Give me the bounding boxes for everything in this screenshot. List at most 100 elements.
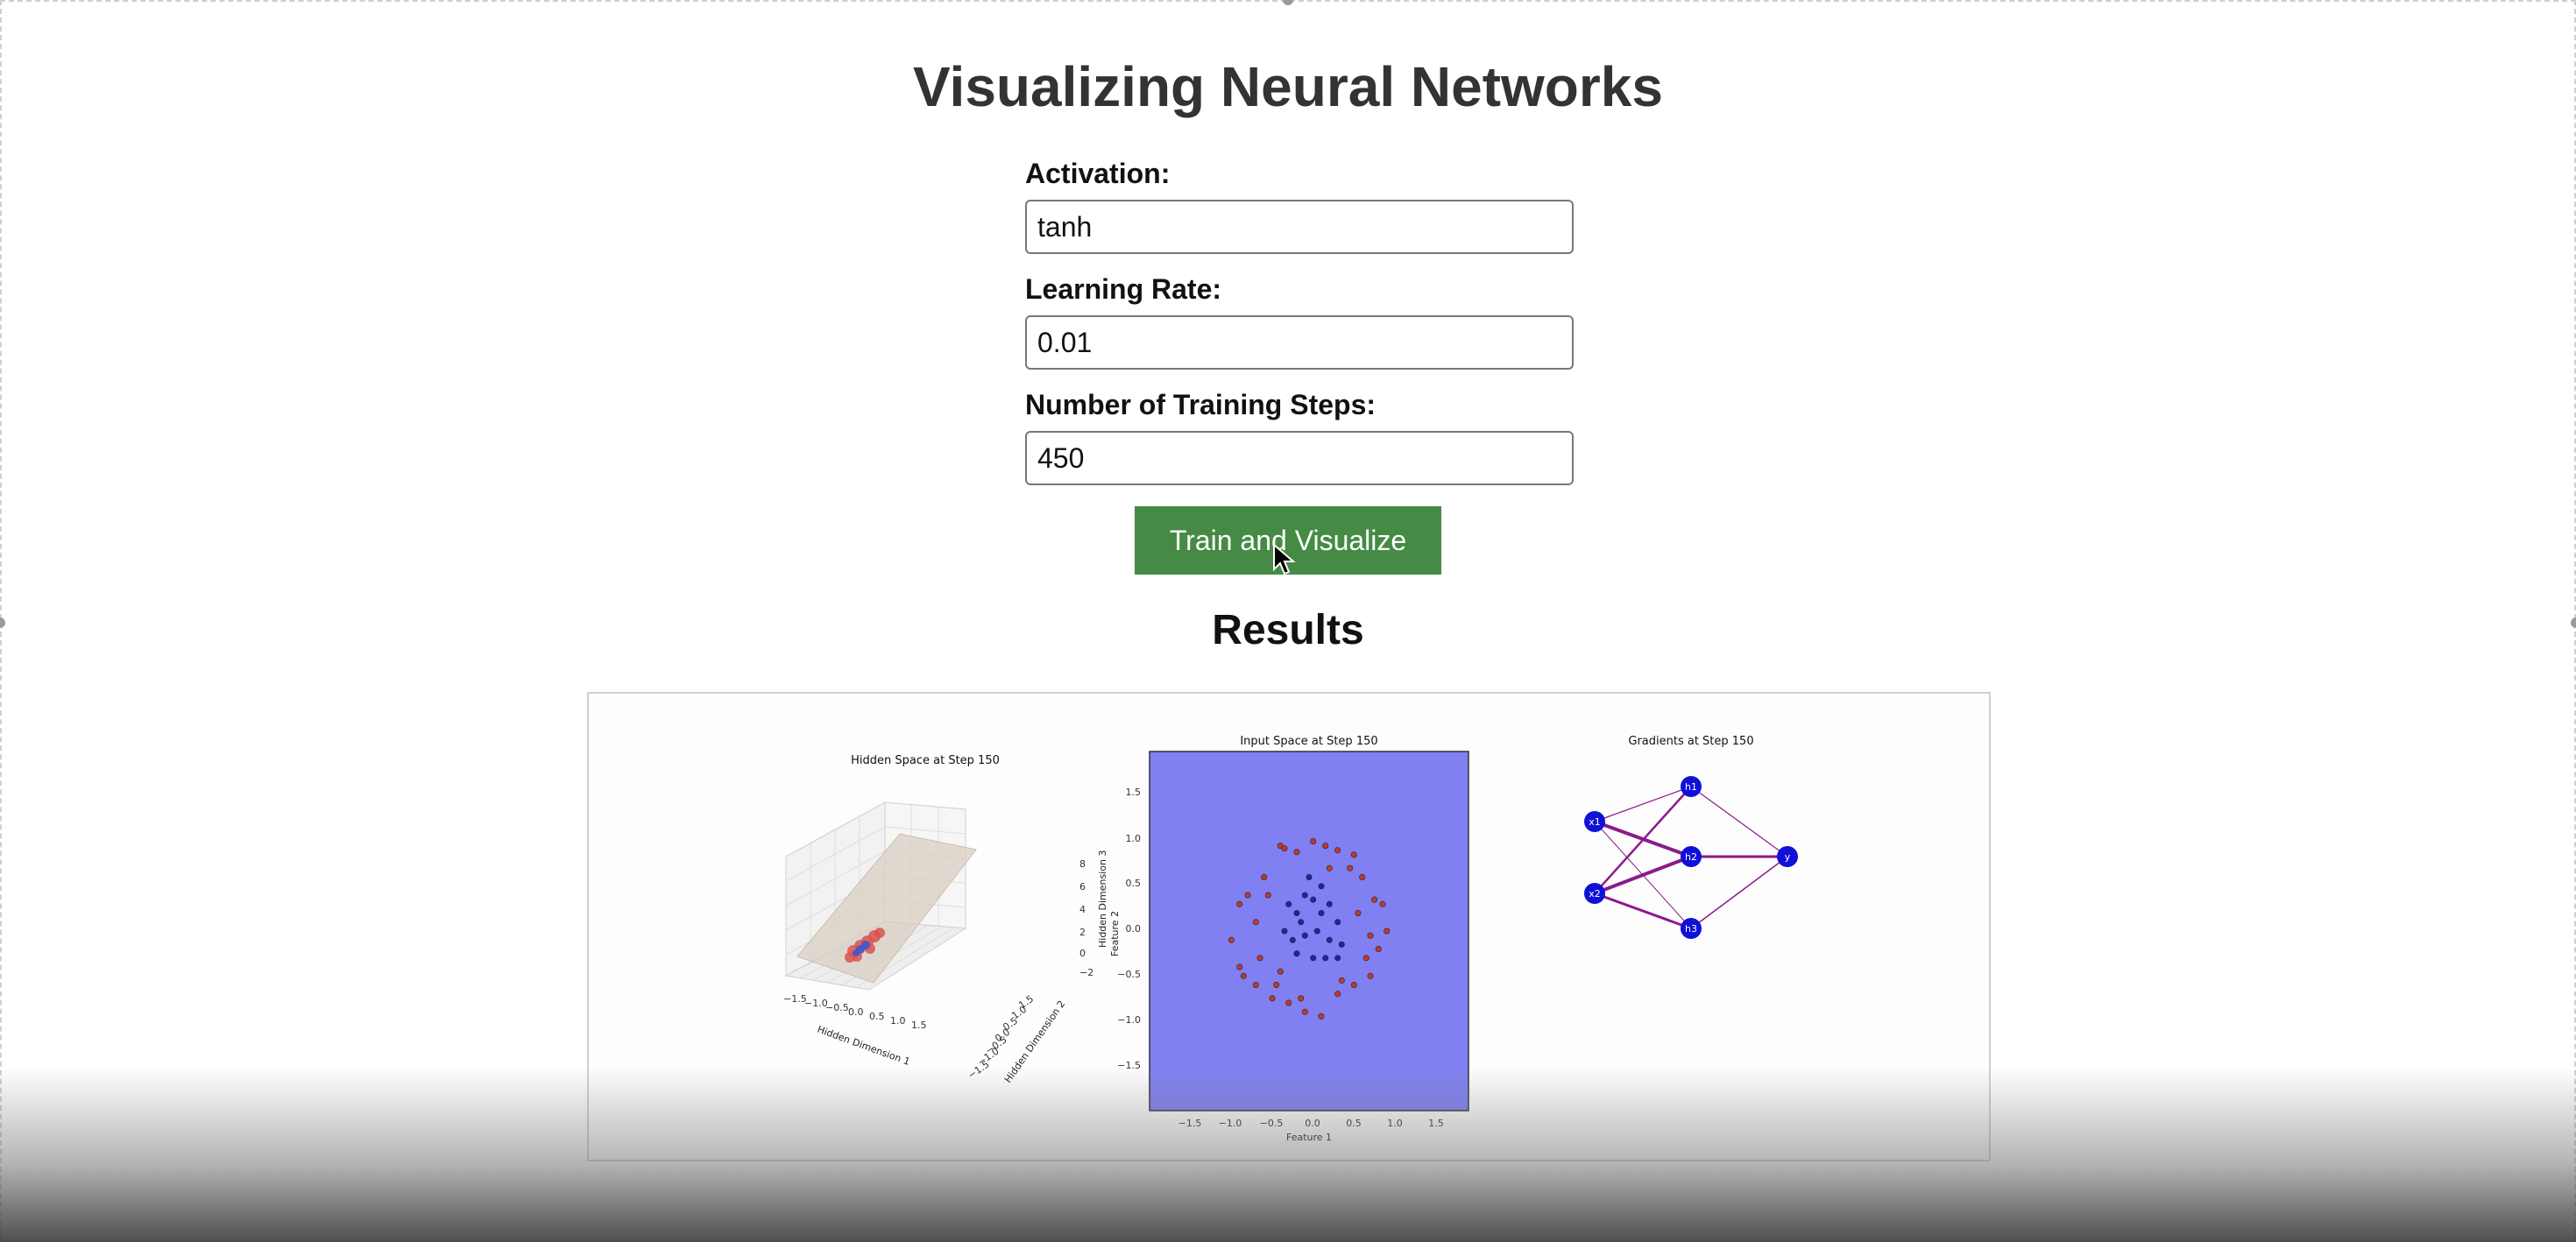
scatter-point-s0-p33 [1326,864,1333,872]
scatter-point-s1-p19 [1306,874,1313,881]
scatter-point-s1-p10 [1313,928,1320,935]
hs-xtick: −1.0 [804,998,828,1009]
scatter-point-s1-p17 [1298,919,1305,926]
results-image: Hidden Space at Step 150 −1.5 −1.0 −0.5 … [587,692,1991,1161]
scatter-point-s0-p2 [1293,849,1300,856]
scatter-point-s0-p3 [1310,838,1317,845]
scatter-point-s0-p27 [1264,892,1271,899]
scatter-point-s0-p21 [1375,945,1382,952]
scatter-point-s1-p7 [1281,928,1288,935]
is-ytick: 0.0 [1126,923,1142,935]
scatter-point-s1-p16 [1334,955,1341,962]
resize-handle-top[interactable] [1283,0,1293,5]
hidden-space-title: Hidden Space at Step 150 [851,754,1000,767]
node-label-h2: h2 [1685,851,1697,863]
scatter-point-s0-p9 [1236,900,1243,907]
scatter-point-s0-p6 [1350,851,1357,858]
scatter-point-s0-p26 [1347,864,1354,872]
scatter-point-s0-p16 [1301,1008,1308,1015]
node-label-y: y [1785,851,1791,863]
scatter-point-s0-p15 [1285,999,1292,1006]
hidden-space-z-ticks: −2 0 2 4 6 8 [1079,858,1093,978]
hidden-space-x-ticks: −1.5 −1.0 −0.5 0.0 0.5 1.0 1.5 [783,993,927,1031]
scatter-point-s1-p18 [1318,883,1325,890]
scatter-point-s1-p15 [1322,955,1329,962]
scatter-point-s1-p3 [1310,896,1317,903]
hidden-space-y-ticks: −1.5 −1.0 −0.5 0.0 0.5 1.0 1.5 [966,993,1036,1082]
scatter-point-s0-p20 [1367,972,1374,979]
hs-xtick: 0.5 [869,1011,885,1022]
scatter-point-s0-p7 [1261,874,1268,881]
scatter-point-s1-p11 [1326,936,1333,943]
hs-xtick: −1.5 [783,993,807,1005]
is-xtick: −1.5 [1178,1118,1202,1129]
scatter-point-s0-p13 [1252,981,1259,988]
hs-ztick: −2 [1079,967,1093,978]
steps-input[interactable] [1025,431,1574,485]
is-xtick: 1.5 [1428,1118,1444,1129]
is-ytick: 0.5 [1126,878,1142,889]
hs-ztick: 0 [1079,948,1086,959]
scatter-point-s1-p12 [1338,941,1345,948]
activation-label: Activation: [1025,158,1171,189]
scatter-point-s0-p1 [1281,845,1288,852]
is-xtick: 1.0 [1387,1118,1403,1129]
scatter-point-s0-p14 [1269,995,1276,1002]
scatter-point-s1-p14 [1310,955,1317,962]
is-ytick: −0.5 [1117,969,1141,980]
scatter-point-s0-p29 [1273,981,1280,988]
scatter-point-s0-p31 [1338,977,1345,984]
mouse-cursor-icon [1273,543,1296,575]
is-xtick: −1.0 [1219,1118,1242,1129]
scatter-point-s0-p24 [1371,896,1378,903]
hs-ztick: 2 [1079,927,1086,938]
is-xtick: 0.5 [1346,1118,1362,1129]
hidden-space-plot: Hidden Space at Step 150 −1.5 −1.0 −0.5 … [783,754,1121,1085]
scatter-point-s0-p19 [1350,981,1357,988]
node-label-x2: x2 [1589,888,1601,900]
scatter-point-s0-p11 [1236,963,1243,970]
input-space-background [1149,751,1469,1111]
node-label-h1: h1 [1685,781,1697,793]
steps-label: Number of Training Steps: [1025,389,1376,420]
hs-xtick: 0.0 [848,1006,864,1018]
gradients-plot: Gradients at Step 150 x1 x2 h1 h2 h3 y [1584,735,1798,939]
scatter-point-s0-p25 [1359,874,1366,881]
scatter-point-s0-p4 [1322,843,1329,850]
learning-rate-input[interactable] [1025,315,1574,370]
input-space-x-ticks: −1.5 −1.0 −0.5 0.0 0.5 1.0 1.5 [1178,1118,1444,1129]
scatter-point-s0-p32 [1298,995,1305,1002]
node-label-h3: h3 [1685,923,1697,935]
results-figure: Hidden Space at Step 150 −1.5 −1.0 −0.5 … [783,735,1798,1143]
is-ytick: −1.0 [1117,1014,1141,1026]
learning-rate-label: Learning Rate: [1025,273,1222,305]
input-space-y-ticks: 1.5 1.0 0.5 0.0 −0.5 −1.0 −1.5 [1117,787,1141,1071]
input-space-xlabel: Feature 1 [1286,1132,1332,1143]
hidden-space-xlabel: Hidden Dimension 1 [816,1024,911,1068]
scatter-point-s1-p8 [1289,936,1296,943]
scatter-point-s0-p35 [1277,968,1284,975]
scatter-point-s0-p34 [1252,919,1259,926]
scatter-point-s0-p18 [1334,991,1341,998]
activation-input[interactable] [1025,200,1574,254]
scatter-point-s0-p30 [1362,955,1369,962]
hs-xtick: −0.5 [825,1002,849,1013]
scatter-point-s1-p6 [1334,919,1341,926]
scatter-point-s1-p13 [1293,950,1300,957]
scatter-point-s1-p2 [1301,892,1308,899]
scatter-point-s0-p12 [1240,972,1247,979]
scatter-point-s0-p23 [1379,900,1386,907]
node-label-x1: x1 [1589,816,1601,828]
scatter-point-s0-p22 [1384,928,1391,935]
hs-ztick: 6 [1079,881,1086,893]
gradients-title: Gradients at Step 150 [1628,735,1753,748]
scatter-point-s0-p36 [1355,910,1362,917]
scatter-point-s0-p5 [1334,847,1341,854]
scatter-point-s0-p17 [1318,1013,1325,1020]
is-xtick: 0.0 [1305,1118,1320,1129]
scatter-point-s0-p37 [1367,932,1374,939]
hidden-space-feature-label: Feature 2 [1109,911,1121,956]
page-title: Visualizing Neural Networks [913,55,1663,118]
hs-ztick: 8 [1079,858,1086,870]
scatter-point-s1-p5 [1326,900,1333,907]
